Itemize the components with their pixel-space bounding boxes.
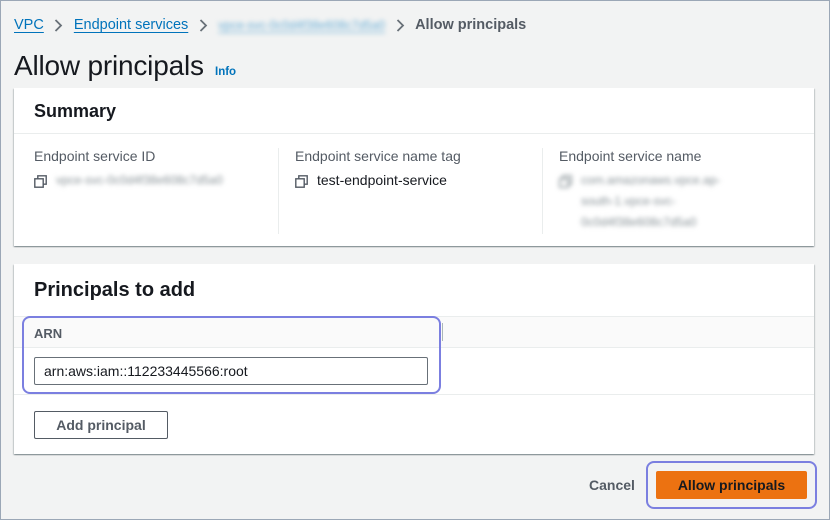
chevron-right-icon [385, 18, 415, 32]
principals-title: Principals to add [34, 279, 196, 301]
breadcrumb: VPC Endpoint services vpce-svc-0c0d4f38e… [14, 17, 526, 33]
service-name-value: com.amazonaws.vpce.ap- south-1.vpce-svc-… [581, 173, 721, 229]
breadcrumb-current: Allow principals [415, 17, 527, 33]
copy-icon[interactable] [34, 170, 56, 194]
page-title: Allow principals [14, 50, 204, 81]
add-principal-button[interactable]: Add principal [34, 411, 168, 439]
field-label: Endpoint service ID [34, 148, 156, 164]
field-value: test-endpoint-service [295, 170, 522, 194]
copy-icon[interactable] [559, 170, 581, 194]
breadcrumb-vpc[interactable]: VPC [14, 17, 44, 33]
summary-header: Summary [14, 88, 814, 134]
summary-title: Summary [34, 101, 117, 121]
arn-highlight-outline [22, 316, 441, 394]
breadcrumb-endpoint-services[interactable]: Endpoint services [74, 17, 188, 33]
allow-button-highlight-outline [646, 461, 817, 509]
field-label: Endpoint service name tag [295, 148, 461, 164]
field-value: vpce-svc-0c0d4f38e608c7d5a0 [34, 170, 258, 194]
principals-header: Principals to add [14, 264, 814, 316]
info-link[interactable]: Info [215, 66, 236, 78]
summary-field-service-id: Endpoint service ID vpce-svc-0c0d4f38e60… [14, 148, 278, 234]
cancel-button[interactable]: Cancel [580, 473, 644, 497]
summary-field-name-tag: Endpoint service name tag test-endpoint-… [278, 148, 542, 234]
summary-field-service-name: Endpoint service name com.amazonaws.vpce… [542, 148, 806, 234]
copy-icon[interactable] [295, 170, 317, 194]
field-label: Endpoint service name [559, 148, 702, 164]
row-divider [14, 394, 814, 395]
summary-panel: Summary Endpoint service ID vpce-svc-0c0… [14, 88, 814, 246]
column-divider[interactable] [442, 323, 443, 341]
chevron-right-icon [188, 18, 218, 32]
name-tag-value: test-endpoint-service [317, 172, 447, 188]
service-id-value: vpce-svc-0c0d4f38e608c7d5a0 [56, 173, 223, 187]
chevron-right-icon [44, 18, 74, 32]
field-value: com.amazonaws.vpce.ap- south-1.vpce-svc-… [559, 170, 786, 233]
summary-columns: Endpoint service ID vpce-svc-0c0d4f38e60… [14, 134, 814, 234]
breadcrumb-service-id[interactable]: vpce-svc-0c0d4f38e608c7d5a0 [218, 18, 385, 32]
